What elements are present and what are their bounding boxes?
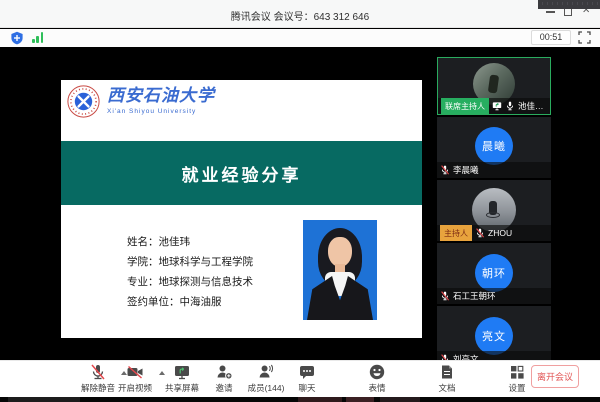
participant-name: 池佳玮的...: [518, 100, 547, 112]
meeting-toolbar: 解除静音 开启视频 共享屏幕: [0, 360, 600, 397]
info-name: 姓名：池佳玮: [127, 232, 253, 252]
document-icon: [438, 363, 456, 381]
toolbar-label: 邀请: [215, 382, 233, 394]
mic-muted-icon: [440, 291, 450, 301]
maximize-button[interactable]: [564, 8, 572, 16]
share-screen-icon: [173, 363, 191, 381]
toolbar-settings-button[interactable]: 设置: [508, 363, 526, 394]
toolbar-label: 文档: [438, 382, 456, 394]
settings-grid-icon: [508, 363, 526, 381]
slide-title-band: 就业经验分享: [61, 141, 422, 205]
tencent-meeting-window: 腾讯会议 会议号：643 312 646 ✕ 00:51: [0, 0, 600, 402]
shared-screen-slide: 西安石油大学 Xi'an Shiyou University 就业经验分享 姓名…: [61, 80, 422, 338]
toolbar-emoji-button[interactable]: 表情: [368, 363, 386, 394]
participant-tile-lichenxi[interactable]: 晨曦 李晨曦: [437, 117, 551, 178]
camera-off-icon: [126, 363, 144, 381]
avatar-initials: 朝环: [475, 254, 513, 292]
host-badge: 主持人: [440, 225, 472, 241]
info-major: 专业：地球探测与信息技术: [127, 272, 253, 292]
participant-tile-chijiawei[interactable]: 联席主持人 池佳玮的...: [437, 57, 551, 115]
meeting-title: 腾讯会议 会议号：643 312 646: [0, 8, 600, 23]
toolbar-label: 开启视频: [118, 382, 152, 394]
taskbar-remnant: [0, 397, 600, 402]
participant-tile-zhou[interactable]: 主持人 ZHOU: [437, 180, 551, 241]
info-college: 学院：地球科学与工程学院: [127, 252, 253, 272]
members-icon: [257, 363, 275, 381]
toolbar-label: 成员(144): [248, 382, 285, 394]
university-emblem-icon: [67, 85, 100, 118]
window-titlebar: 腾讯会议 会议号：643 312 646 ✕: [0, 0, 600, 28]
toolbar-label: 解除静音: [81, 382, 115, 394]
id-photo: [303, 220, 377, 320]
mic-muted-icon: [440, 165, 450, 175]
toolbar-label: 聊天: [298, 382, 316, 394]
participant-name-row: 石工王朝环: [437, 288, 551, 304]
toolbar-unmute-button[interactable]: 解除静音: [81, 363, 115, 394]
participant-name: 李晨曦: [453, 164, 479, 176]
avatar-initials: 亮文: [475, 317, 513, 355]
toolbar-docs-button[interactable]: 文档: [438, 363, 456, 394]
leave-meeting-button[interactable]: 离开会议: [531, 365, 579, 388]
toolbar-label: 设置: [508, 382, 526, 394]
participant-tile-liuliangwen[interactable]: 亮文 刘亮文: [437, 306, 551, 367]
cohost-badge: 联席主持人: [441, 98, 489, 114]
emoji-icon: [368, 363, 386, 381]
participant-name: 石工王朝环: [453, 290, 496, 302]
avatar-initials: 晨曦: [475, 127, 513, 165]
participant-name: ZHOU: [488, 228, 512, 238]
toolbar-video-button[interactable]: 开启视频: [118, 363, 152, 394]
slide-info-block: 姓名：池佳玮 学院：地球科学与工程学院 专业：地球探测与信息技术 签约单位：中海…: [127, 232, 253, 312]
toolbar-members-button[interactable]: 成员(144): [248, 363, 285, 394]
meeting-timer: 00:51: [531, 30, 571, 45]
participant-name-row: 李晨曦: [437, 162, 551, 178]
screen-share-mini-icon: [492, 101, 502, 111]
toolbar-invite-button[interactable]: 邀请: [215, 363, 233, 394]
university-name-en: Xi'an Shiyou University: [107, 108, 215, 115]
mic-off-icon: [89, 363, 107, 381]
slide-title: 就业经验分享: [182, 161, 302, 186]
meeting-statusbar: 00:51: [0, 29, 600, 47]
toolbar-label: 共享屏幕: [165, 382, 199, 394]
invite-icon: [215, 363, 233, 381]
meeting-security-shield-icon[interactable]: [10, 31, 24, 45]
fullscreen-icon[interactable]: [578, 31, 591, 44]
participant-name-row: 联席主持人 池佳玮的...: [438, 98, 550, 114]
toolbar-label: 表情: [368, 382, 386, 394]
university-logo: 西安石油大学 Xi'an Shiyou University: [67, 85, 215, 118]
toolbar-chat-button[interactable]: 聊天: [298, 363, 316, 394]
minimize-button[interactable]: [546, 11, 555, 13]
toolbar-share-button[interactable]: 共享屏幕: [165, 363, 199, 394]
meeting-stage: 西安石油大学 Xi'an Shiyou University 就业经验分享 姓名…: [0, 47, 600, 360]
participant-name-row: 主持人 ZHOU: [437, 225, 551, 241]
mic-on-icon: [505, 101, 515, 111]
university-name-cn: 西安石油大学: [107, 85, 215, 107]
truncated-tooltip: [538, 0, 600, 9]
chat-icon: [298, 363, 316, 381]
network-signal-icon[interactable]: [32, 32, 43, 43]
info-employer: 签约单位：中海油服: [127, 292, 253, 312]
mic-muted-icon: [475, 228, 485, 238]
participant-tile-shigongwang[interactable]: 朝环 石工王朝环: [437, 243, 551, 304]
